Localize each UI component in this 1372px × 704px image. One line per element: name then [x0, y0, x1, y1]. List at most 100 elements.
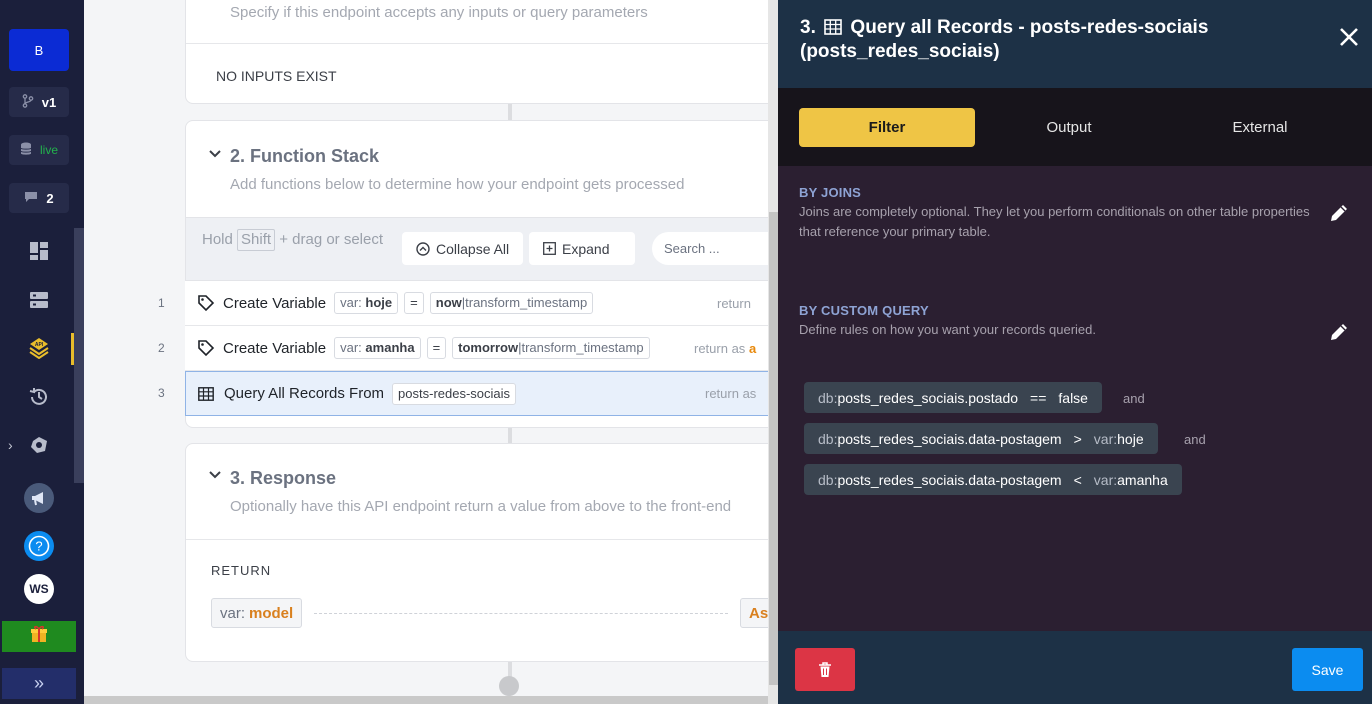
version-badge[interactable]: v1	[9, 87, 69, 117]
panel-tabs: Filter Output External	[778, 88, 1372, 166]
no-inputs-text: NO INPUTS EXIST	[216, 68, 337, 84]
joins-section-desc: Joins are completely optional. They let …	[799, 204, 1310, 239]
edit-joins-pencil-icon[interactable]	[1328, 202, 1350, 224]
close-icon[interactable]	[1338, 26, 1360, 48]
version-label: v1	[41, 94, 57, 110]
condition-join: and	[1123, 391, 1145, 406]
value-chip: now|transform_timestamp	[429, 292, 594, 314]
comment-icon	[24, 191, 38, 206]
save-button[interactable]: Save	[1292, 648, 1363, 691]
rail-scrollbar[interactable]	[74, 228, 84, 483]
help-icon[interactable]: ?	[24, 531, 54, 561]
drag-hint: Hold Shift + drag or select	[202, 228, 392, 251]
chevron-down-icon[interactable]	[208, 147, 222, 161]
live-label: live	[39, 143, 58, 157]
chevron-right-icon[interactable]: ›	[8, 437, 13, 453]
user-avatar[interactable]: WS	[24, 574, 54, 604]
database-icon	[20, 142, 32, 159]
tab-filter[interactable]: Filter	[799, 108, 975, 147]
response-subtitle: Optionally have this API endpoint return…	[230, 498, 732, 515]
function-row-query-all-records[interactable]: Query All Records From posts-redes-socia…	[185, 371, 785, 416]
function-stack-subtitle: Add functions below to determine how you…	[230, 176, 685, 193]
joins-section-title: BY JOINS	[799, 185, 862, 200]
tag-icon	[197, 339, 217, 357]
dashboard-icon[interactable]	[26, 238, 52, 264]
expand-label: Expand	[562, 240, 610, 257]
dotted-divider	[314, 613, 728, 614]
workspace-letter: B	[34, 42, 44, 58]
equals-chip: =	[404, 292, 424, 314]
return-label: RETURN	[211, 563, 272, 578]
equals-chip: =	[426, 337, 447, 359]
panel-header: 3. Query all Records - posts-redes-socia…	[778, 0, 1372, 88]
var-chip: var: amanha	[334, 337, 421, 359]
collapse-all-button[interactable]: Collapse All	[402, 232, 524, 265]
edit-custom-query-pencil-icon[interactable]	[1328, 321, 1350, 343]
custom-query-section-desc: Define rules on how you want your record…	[799, 322, 1096, 337]
connector-end-knob	[499, 676, 519, 696]
delete-button[interactable]	[795, 648, 855, 691]
function-toolbar: Hold Shift + drag or select Collapse All…	[186, 217, 802, 281]
api-icon[interactable]: API	[26, 335, 52, 361]
query-settings-panel: 3. Query all Records - posts-redes-socia…	[778, 0, 1372, 704]
expand-button[interactable]: Expand	[529, 232, 635, 265]
return-var-chip[interactable]: var: model	[211, 598, 303, 628]
trash-icon	[819, 661, 831, 677]
table-icon	[198, 386, 218, 401]
shift-key: Shift	[237, 229, 276, 251]
query-condition[interactable]: db: posts_redes_sociais.data-postagem > v…	[804, 423, 1158, 454]
double-chevron-right-icon: »	[33, 673, 44, 693]
database-table-icon[interactable]	[26, 287, 52, 313]
tab-output[interactable]: Output	[984, 108, 1154, 147]
panel-title: 3. Query all Records - posts-redes-socia…	[800, 17, 1209, 62]
search-placeholder: Search ...	[664, 241, 720, 256]
history-icon[interactable]	[26, 384, 52, 410]
collapse-all-label: Collapse All	[436, 240, 510, 257]
table-chip: posts-redes-sociais	[392, 382, 517, 405]
custom-query-section-title: BY CUSTOM QUERY	[799, 303, 929, 318]
gift-button[interactable]	[2, 621, 76, 652]
row-number: 2	[158, 341, 165, 355]
row-number: 3	[158, 386, 165, 400]
horizontal-scrollbar[interactable]	[84, 696, 768, 704]
chevron-down-icon[interactable]	[208, 468, 222, 482]
function-name: Create Variable	[223, 339, 327, 357]
expand-icon	[543, 242, 556, 255]
function-stack-title: 2. Function Stack	[230, 146, 380, 166]
function-name: Create Variable	[223, 294, 327, 312]
canvas-scrollbar-thumb[interactable]	[769, 212, 778, 685]
left-rail: B v1 live 2 API › ? WS »	[0, 0, 84, 704]
return-hint: return	[717, 295, 751, 311]
response-card: 3. Response Optionally have this API end…	[185, 443, 786, 662]
var-chip: var: hoje	[334, 292, 399, 314]
function-row-create-variable-amanha[interactable]: Create Variable var: amanha = tomorrow|t…	[185, 326, 785, 371]
addons-icon[interactable]	[26, 432, 52, 458]
return-hint: return as	[705, 386, 757, 401]
inputs-subtitle: Specify if this endpoint accepts any inp…	[230, 4, 648, 21]
save-label: Save	[1311, 661, 1344, 678]
announcement-icon[interactable]	[24, 483, 54, 513]
function-row-create-variable-hoje[interactable]: Create Variable var: hoje = now|transfor…	[185, 281, 785, 326]
datasource-badge[interactable]: live	[9, 135, 69, 165]
tab-external[interactable]: External	[1170, 108, 1350, 147]
comments-count: 2	[46, 190, 54, 206]
inputs-card: Specify if this endpoint accepts any inp…	[185, 0, 786, 104]
comments-badge[interactable]: 2	[9, 183, 69, 213]
workspace-button[interactable]: B	[9, 29, 69, 71]
response-title: 3. Response	[230, 468, 337, 488]
return-hint: return as a	[694, 340, 757, 356]
branch-icon	[22, 93, 34, 111]
expand-sidebar-button[interactable]: »	[2, 668, 76, 699]
value-chip: tomorrow|transform_timestamp	[452, 337, 650, 359]
collapse-icon	[416, 241, 430, 256]
gift-icon	[30, 625, 48, 648]
svg-text:?: ?	[35, 539, 42, 554]
tag-icon	[197, 294, 217, 312]
condition-join: and	[1184, 432, 1206, 447]
query-condition[interactable]: db: posts_redes_sociais.postado == false	[804, 382, 1102, 413]
row-number: 1	[158, 296, 165, 310]
table-icon	[824, 19, 842, 41]
svg-text:API: API	[35, 342, 44, 348]
query-condition[interactable]: db: posts_redes_sociais.data-postagem < v…	[804, 464, 1182, 495]
user-initials: WS	[29, 582, 49, 596]
